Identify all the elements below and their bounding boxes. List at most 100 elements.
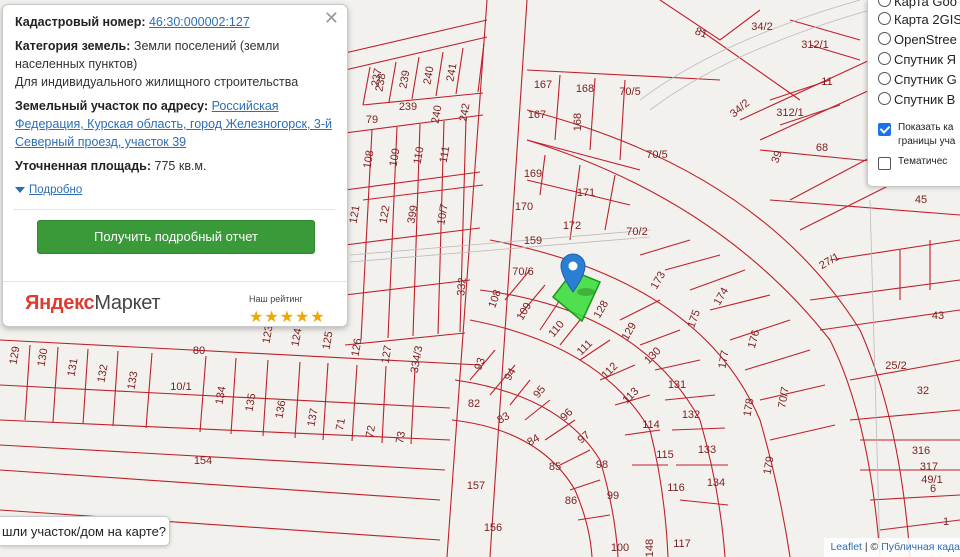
rating-stars: ★★★★★ <box>249 309 326 326</box>
parcel-label: 316 <box>912 445 930 457</box>
parcel-label: 116 <box>667 482 685 494</box>
report-button[interactable]: Получить подробный отчет <box>37 220 315 254</box>
parcel-label: 73 <box>394 430 408 444</box>
parcel-label: 176 <box>746 329 762 350</box>
parcel-label: 108 <box>362 149 377 169</box>
yandex-market-badge[interactable]: ЯндексМаркет Наш рейтинг ★★★★★ <box>3 281 347 329</box>
parcel-label: 11 <box>821 76 832 88</box>
parcel-label: 172 <box>563 220 581 232</box>
parcel-label: 175 <box>685 308 703 329</box>
parcel-label: 179 <box>762 455 777 475</box>
radio-icon[interactable] <box>878 32 891 45</box>
parcel-label: 239 <box>399 101 417 113</box>
radio-icon[interactable] <box>878 0 891 7</box>
category-row: Категория земель: Земли поселений (земли… <box>15 37 333 73</box>
layer-option-2[interactable]: OpenStree <box>878 32 957 47</box>
logo-market-text: Маркет <box>94 292 161 314</box>
ask-button[interactable]: шли участок/дом на карте? <box>0 516 170 546</box>
parcel-label: 70/7 <box>776 386 792 409</box>
overlay-checkbox-label-2: границы уча <box>898 136 956 147</box>
parcel-label: 133 <box>698 444 716 456</box>
parcel-label: 126 <box>350 337 365 357</box>
layer-option-label: Карта 2GIS <box>894 12 960 27</box>
cadastral-number-link[interactable]: 46:30:000002:127 <box>149 15 250 29</box>
radio-icon[interactable] <box>878 92 891 105</box>
radio-icon[interactable] <box>878 72 891 85</box>
parcel-label: 109 <box>388 147 403 167</box>
parcel-label: 122 <box>378 204 393 224</box>
overlay-checkbox-label-1: Показать ка <box>898 122 954 133</box>
details-link[interactable]: Подробно <box>29 184 82 196</box>
thematic-checkbox-label: Тематичес <box>898 156 948 167</box>
parcel-label: 70/5 <box>619 86 640 98</box>
parcel-label: 97 <box>576 429 593 446</box>
triangle-down-icon <box>15 186 25 193</box>
parcel-label: 134 <box>214 385 229 405</box>
parcel-label: 70/5 <box>646 149 667 161</box>
checkbox-checked-icon[interactable] <box>878 123 891 136</box>
parcel-label: 157 <box>467 480 485 492</box>
parcel-label: 113 <box>620 385 641 406</box>
parcel-label: 83 <box>495 410 512 427</box>
parcel-info-popup: ✕ Кадастровый номер: 46:30:000002:127 Ка… <box>2 4 348 327</box>
parcel-label: 131 <box>66 357 81 377</box>
leaflet-link[interactable]: Leaflet <box>830 541 862 553</box>
logo-yandex-text: Яндекс <box>25 292 95 314</box>
parcel-label: 110 <box>546 318 566 339</box>
parcel-label: 6 <box>930 483 936 495</box>
parcel-label: 45 <box>915 194 927 206</box>
rating-block: Наш рейтинг ★★★★★ <box>249 290 326 327</box>
thematic-checkbox[interactable] <box>878 157 897 172</box>
layer-option-label: Спутник Я <box>894 52 957 67</box>
parcel-label: 10/7 <box>435 203 451 226</box>
parcel-label: 135 <box>244 392 259 412</box>
parcel-label: 174 <box>712 286 732 308</box>
attribution: Leaflet | © Публичная када <box>824 538 960 557</box>
parcel-label: 130 <box>36 347 51 367</box>
parcel-label: 25/2 <box>885 360 906 372</box>
parcel-label: 111 <box>575 338 595 358</box>
use-value: Для индивидуального жилищного строительс… <box>15 75 299 89</box>
parcel-label: 133 <box>126 370 141 390</box>
parcel-label: 167 <box>534 79 552 91</box>
parcel-label: 114 <box>642 419 660 431</box>
parcel-label: 130 <box>642 345 663 366</box>
parcel-label: 178 <box>742 397 757 417</box>
category-label: Категория земель: <box>15 39 131 53</box>
parcel-label: 125 <box>321 330 336 350</box>
parcel-label: 81 <box>693 25 709 40</box>
layer-option-5[interactable]: Спутник B <box>878 92 955 107</box>
layer-option-1[interactable]: Карта 2GIS <box>878 12 960 27</box>
parcel-label: 317 <box>920 461 938 473</box>
parcel-label: 168 <box>572 113 584 131</box>
layer-option-0[interactable]: Карта Goo <box>878 0 957 9</box>
close-icon[interactable]: ✕ <box>324 9 339 27</box>
layers-control: Карта Goo Карта 2GIS OpenStree Спутник Я… <box>867 0 960 187</box>
layer-option-4[interactable]: Спутник G <box>878 72 957 87</box>
divider <box>13 209 335 210</box>
parcel-label: 239 <box>398 69 413 89</box>
parcel-label: 156 <box>484 522 502 534</box>
layer-option-label: OpenStree <box>894 32 957 47</box>
parcel-label: 70/2 <box>626 226 647 238</box>
radio-icon[interactable] <box>878 12 891 25</box>
parcel-label: 240 <box>422 65 437 85</box>
parcel-label: 99 <box>607 490 619 502</box>
checkbox-icon[interactable] <box>878 157 891 170</box>
parcel-label: 71 <box>334 417 348 431</box>
cadastral-row: Кадастровый номер: 46:30:000002:127 <box>15 13 333 31</box>
parcel-label: 137 <box>306 407 321 427</box>
radio-icon[interactable] <box>878 52 891 65</box>
parcel-label: 312/1 <box>776 107 804 119</box>
layer-option-3[interactable]: Спутник Я <box>878 52 956 67</box>
parcel-label: 34/2 <box>751 21 772 33</box>
parcel-label: 34/2 <box>728 97 752 120</box>
details-toggle[interactable]: Подробно <box>15 181 333 199</box>
parcel-label: 109 <box>515 301 535 323</box>
layer-option-label: Карта Goo <box>894 0 957 9</box>
overlay-checkbox[interactable] <box>878 123 897 138</box>
parcel-label: 399 <box>406 204 421 224</box>
parcel-label: 136 <box>274 399 289 419</box>
parcel-label: 111 <box>438 145 453 164</box>
source-link[interactable]: Публичная када <box>881 541 960 553</box>
